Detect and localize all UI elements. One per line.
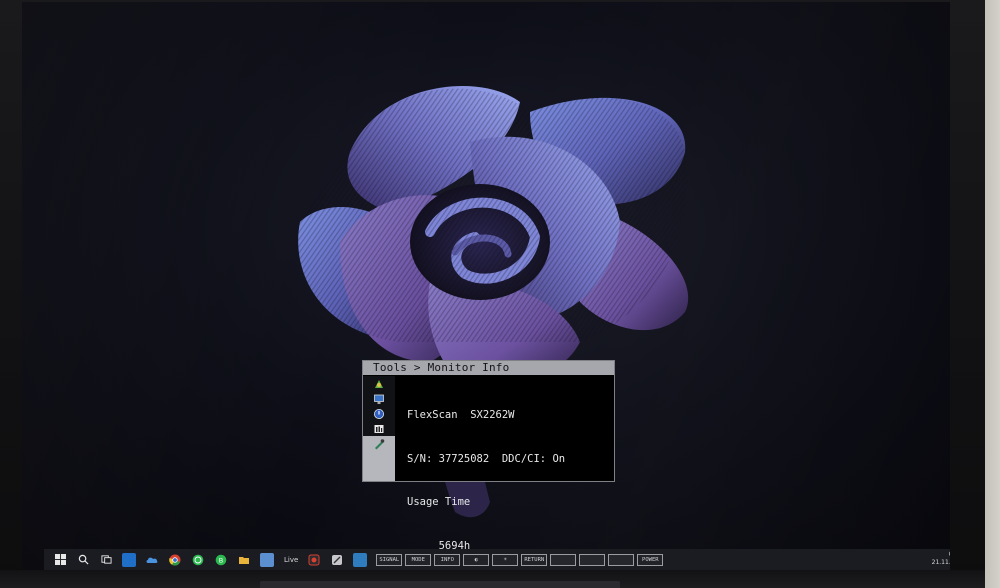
brightness-button[interactable]: ☀ <box>492 553 519 566</box>
power-button[interactable]: POWER <box>637 553 664 566</box>
osd-sidebar <box>363 376 395 481</box>
contrast-button[interactable]: ◐ <box>463 553 490 566</box>
blank-button-2[interactable] <box>579 553 606 566</box>
model-number: SX2262W <box>470 409 515 421</box>
svg-text:B: B <box>219 556 223 564</box>
color-icon[interactable] <box>363 376 395 391</box>
info-button[interactable]: INFO <box>434 553 461 566</box>
return-button[interactable]: RETURN <box>521 553 548 566</box>
signal-button[interactable]: SIGNAL <box>376 553 403 566</box>
system-clock[interactable]: 07:06 21.11.2025 <box>932 551 950 567</box>
power-save-icon[interactable] <box>363 406 395 421</box>
clock-time: 07:06 <box>932 551 950 559</box>
monitor-info-content: FlexScan SX2262W S/N: 37725082 DDC/CI: O… <box>407 379 565 570</box>
usage-label-row: Usage Time <box>407 495 565 510</box>
serial-label: S/N: <box>407 452 433 465</box>
outlook-icon[interactable] <box>122 552 136 567</box>
ddc-label: DDC/CI: <box>501 452 547 465</box>
chrome-icon[interactable] <box>168 553 182 567</box>
osd-button-guide: SIGNAL MODE INFO ◐ ☀ RETURN POWER <box>373 553 664 566</box>
live-app-label[interactable]: Live <box>284 556 298 564</box>
whatsapp-business-icon[interactable]: B <box>214 553 228 567</box>
monitor-screen: Tools > Monitor Info FlexScan SX2262W S/… <box>22 2 950 570</box>
whatsapp-icon[interactable] <box>191 553 205 567</box>
osd-menu: Tools > Monitor Info FlexScan SX2262W S/… <box>362 360 615 552</box>
search-icon[interactable] <box>76 553 90 567</box>
bezel-label-plate <box>260 581 620 588</box>
monitor-info-icon[interactable] <box>363 436 395 451</box>
model-name: FlexScan <box>407 409 458 421</box>
tools-icon[interactable] <box>363 421 395 436</box>
taskbar: B Live SIGNAL MODE INFO ◐ ☀ RETURN POWER… <box>44 549 950 570</box>
bezel-bottom <box>0 570 985 588</box>
screen-icon[interactable] <box>363 391 395 406</box>
osd-breadcrumb: Tools > Monitor Info <box>363 361 614 375</box>
store-app-icon[interactable] <box>353 552 368 567</box>
onedrive-icon[interactable] <box>145 553 159 567</box>
mode-button[interactable]: MODE <box>405 553 432 566</box>
usage-label: Usage Time <box>407 496 471 508</box>
file-explorer-icon[interactable] <box>237 553 251 567</box>
blank-button-1[interactable] <box>550 553 577 566</box>
serial-row: S/N: 37725082 DDC/CI: On <box>407 452 565 467</box>
sidebar-empty-slot <box>363 451 395 481</box>
app-icon[interactable] <box>307 553 321 567</box>
clock-date: 21.11.2025 <box>931 559 950 566</box>
calculator-icon[interactable] <box>260 552 274 567</box>
photo-frame: Tools > Monitor Info FlexScan SX2262W S/… <box>0 0 1000 588</box>
serial-value: 37725082 <box>438 452 490 465</box>
blank-button-3[interactable] <box>608 553 635 566</box>
utility-icon[interactable] <box>330 553 344 567</box>
ddc-value: On <box>552 452 566 465</box>
task-view-icon[interactable] <box>99 553 113 567</box>
model-row: FlexScan SX2262W <box>407 408 565 423</box>
windows-start-icon[interactable] <box>53 553 67 567</box>
